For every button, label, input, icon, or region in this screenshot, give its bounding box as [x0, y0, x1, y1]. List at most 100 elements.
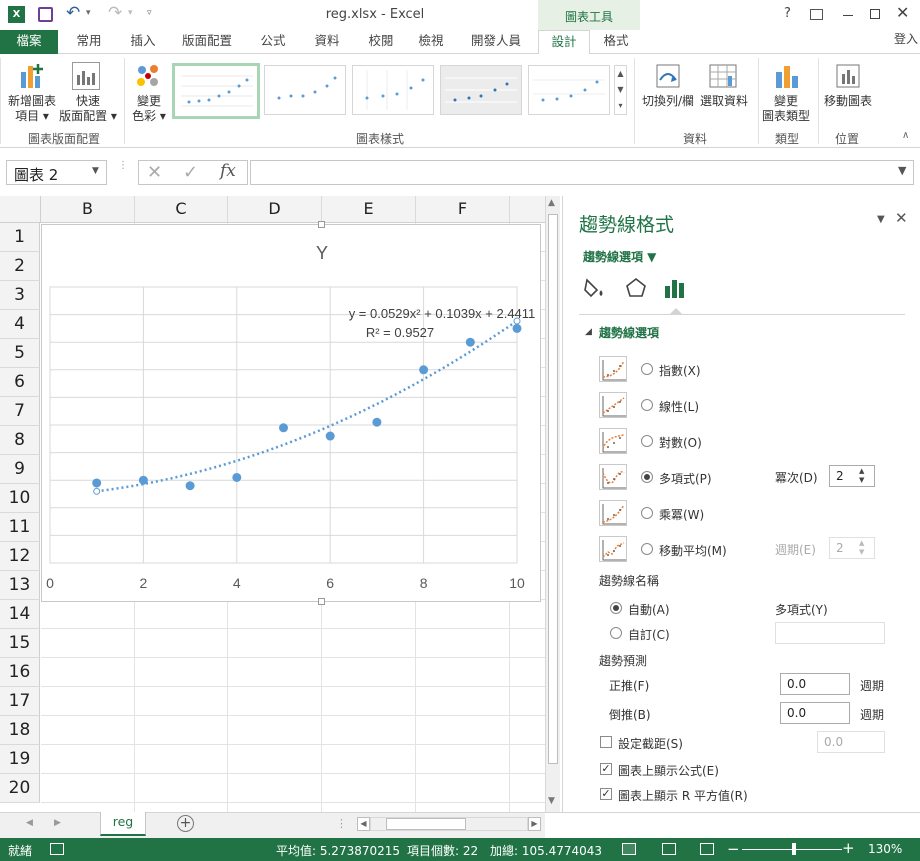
formula-input[interactable] — [250, 160, 914, 185]
row-header[interactable]: 7 — [0, 397, 40, 426]
quick-layout-button[interactable]: 快速 版面配置 ▾ — [56, 94, 120, 124]
help-button[interactable]: ? — [784, 6, 791, 21]
trend-exponential-radio[interactable] — [641, 363, 653, 375]
row-header[interactable]: 1 — [0, 223, 40, 252]
tab-data[interactable]: 資料 — [302, 30, 352, 54]
pane-options-icon[interactable]: ▼ — [877, 214, 885, 225]
row-header[interactable]: 13 — [0, 571, 40, 600]
data-point[interactable] — [138, 475, 148, 485]
redo-icon[interactable]: ↷ — [108, 3, 122, 23]
styles-scroll[interactable]: ▲ ▼ ▾ — [614, 65, 627, 115]
page-layout-view-icon[interactable] — [662, 843, 676, 855]
trend-polynomial-radio[interactable] — [641, 471, 653, 483]
hscroll-left-icon[interactable]: ◀ — [357, 817, 370, 831]
name-custom-radio[interactable] — [610, 627, 622, 639]
section-trendline-options[interactable]: 趨勢線選項 — [599, 324, 659, 341]
select-all-corner[interactable] — [0, 196, 41, 223]
trendline-handle[interactable] — [93, 487, 101, 495]
data-point[interactable] — [325, 431, 335, 441]
row-header[interactable]: 3 — [0, 281, 40, 310]
maximize-icon[interactable] — [870, 9, 880, 19]
chart[interactable]: Y 0 2 4 6 8 10 y = 0.0529x² + 0.1039x + 2.441… — [41, 221, 541, 605]
row-header[interactable]: 11 — [0, 513, 40, 542]
row-header[interactable]: 9 — [0, 455, 40, 484]
tab-insert[interactable]: 插入 — [118, 30, 168, 54]
zoom-out-icon[interactable]: − — [727, 840, 740, 858]
undo-icon[interactable]: ↶ — [66, 3, 80, 23]
chart-style-1[interactable] — [172, 63, 260, 119]
scroll-down-icon[interactable]: ▼ — [548, 796, 555, 806]
period-spinner[interactable]: ▲ ▼ — [859, 539, 864, 557]
row-header[interactable]: 10 — [0, 484, 40, 513]
data-point[interactable] — [419, 365, 429, 375]
page-break-view-icon[interactable] — [700, 843, 714, 855]
expand-formula-icon[interactable]: ▼ — [898, 164, 906, 177]
chart-style-5[interactable] — [528, 65, 610, 115]
show-equation-checkbox[interactable]: ✓ — [600, 763, 612, 775]
tab-review[interactable]: 校閱 — [356, 30, 406, 54]
column-header[interactable]: C — [135, 196, 228, 223]
new-sheet-icon[interactable]: + — [177, 815, 194, 832]
tab-page-layout[interactable]: 版面配置 — [174, 30, 240, 54]
trend-power-radio[interactable] — [641, 507, 653, 519]
trendline-equation[interactable]: y = 0.0529x² + 0.1039x + 2.4411 — [349, 306, 536, 321]
minimize-icon[interactable] — [843, 15, 853, 16]
name-box-dropdown-icon[interactable]: ▼ — [92, 166, 99, 176]
chart-title[interactable]: Y — [316, 243, 328, 263]
resize-handle-bottom[interactable] — [318, 598, 325, 605]
zoom-slider-thumb[interactable] — [792, 843, 796, 855]
name-auto-radio[interactable] — [610, 602, 622, 614]
hscroll-right-icon[interactable]: ▶ — [528, 817, 541, 831]
row-header[interactable]: 19 — [0, 745, 40, 774]
prev-sheet-icon[interactable]: ◀ — [26, 818, 33, 828]
tab-developer[interactable]: 開發人員 — [462, 30, 530, 54]
switch-row-column-button[interactable]: 切換列/欄 — [638, 94, 698, 109]
column-header-partial[interactable] — [510, 196, 550, 223]
save-icon[interactable] — [38, 7, 53, 22]
backward-input[interactable]: 0.0 — [780, 702, 850, 724]
close-icon[interactable]: ✕ — [896, 3, 909, 22]
chart-style-2[interactable] — [264, 65, 346, 115]
data-point[interactable] — [512, 323, 522, 333]
data-point[interactable] — [372, 417, 382, 427]
data-point[interactable] — [185, 481, 195, 491]
trend-moving-average-radio[interactable] — [641, 543, 653, 555]
intercept-input[interactable]: 0.0 — [817, 731, 885, 753]
data-point[interactable] — [92, 478, 102, 488]
undo-dropdown-icon[interactable]: ▾ — [86, 8, 91, 18]
fill-line-icon[interactable] — [581, 276, 607, 300]
change-chart-type-button[interactable]: 變更 圖表類型 — [758, 94, 814, 124]
ribbon-display-icon[interactable] — [810, 9, 823, 20]
column-header[interactable]: B — [41, 196, 135, 223]
set-intercept-checkbox[interactable] — [600, 736, 612, 748]
row-header[interactable]: 17 — [0, 687, 40, 716]
next-sheet-icon[interactable]: ▶ — [54, 818, 61, 828]
tab-format[interactable]: 格式 — [592, 30, 640, 54]
trendline-path[interactable] — [96, 319, 518, 493]
scroll-up-icon[interactable]: ▲ — [548, 198, 555, 208]
data-point[interactable] — [232, 472, 242, 482]
hscroll-thumb[interactable] — [386, 818, 466, 830]
vertical-scrollbar[interactable]: ▲ ▼ — [545, 196, 560, 812]
row-header[interactable]: 5 — [0, 339, 40, 368]
chart-style-3[interactable] — [352, 65, 434, 115]
row-header[interactable]: 6 — [0, 368, 40, 397]
r-squared-label[interactable]: R² = 0.9527 — [366, 325, 434, 340]
tab-view[interactable]: 檢視 — [406, 30, 456, 54]
insert-function-icon[interactable]: fx — [220, 161, 236, 181]
cancel-formula-icon[interactable]: ✕ — [147, 162, 162, 183]
zoom-level[interactable]: 130% — [868, 842, 902, 856]
tab-file[interactable]: 檔案 — [0, 30, 58, 54]
normal-view-icon[interactable] — [622, 843, 636, 855]
order-input[interactable]: 2 — [829, 465, 875, 487]
effects-icon[interactable] — [623, 276, 649, 300]
collapse-ribbon-icon[interactable]: ∧ — [902, 130, 909, 141]
column-header[interactable]: F — [416, 196, 510, 223]
trendline-options-dropdown[interactable]: 趨勢線選項 ▼ — [583, 248, 656, 265]
data-point[interactable] — [279, 423, 288, 433]
add-chart-element-button[interactable]: 新增圖表 項目 ▾ — [2, 94, 62, 124]
row-header[interactable]: 8 — [0, 426, 40, 455]
customize-qat-icon[interactable]: ▿ — [147, 8, 152, 18]
redo-dropdown-icon[interactable]: ▾ — [128, 8, 133, 18]
tab-design[interactable]: 設計 — [538, 30, 590, 55]
